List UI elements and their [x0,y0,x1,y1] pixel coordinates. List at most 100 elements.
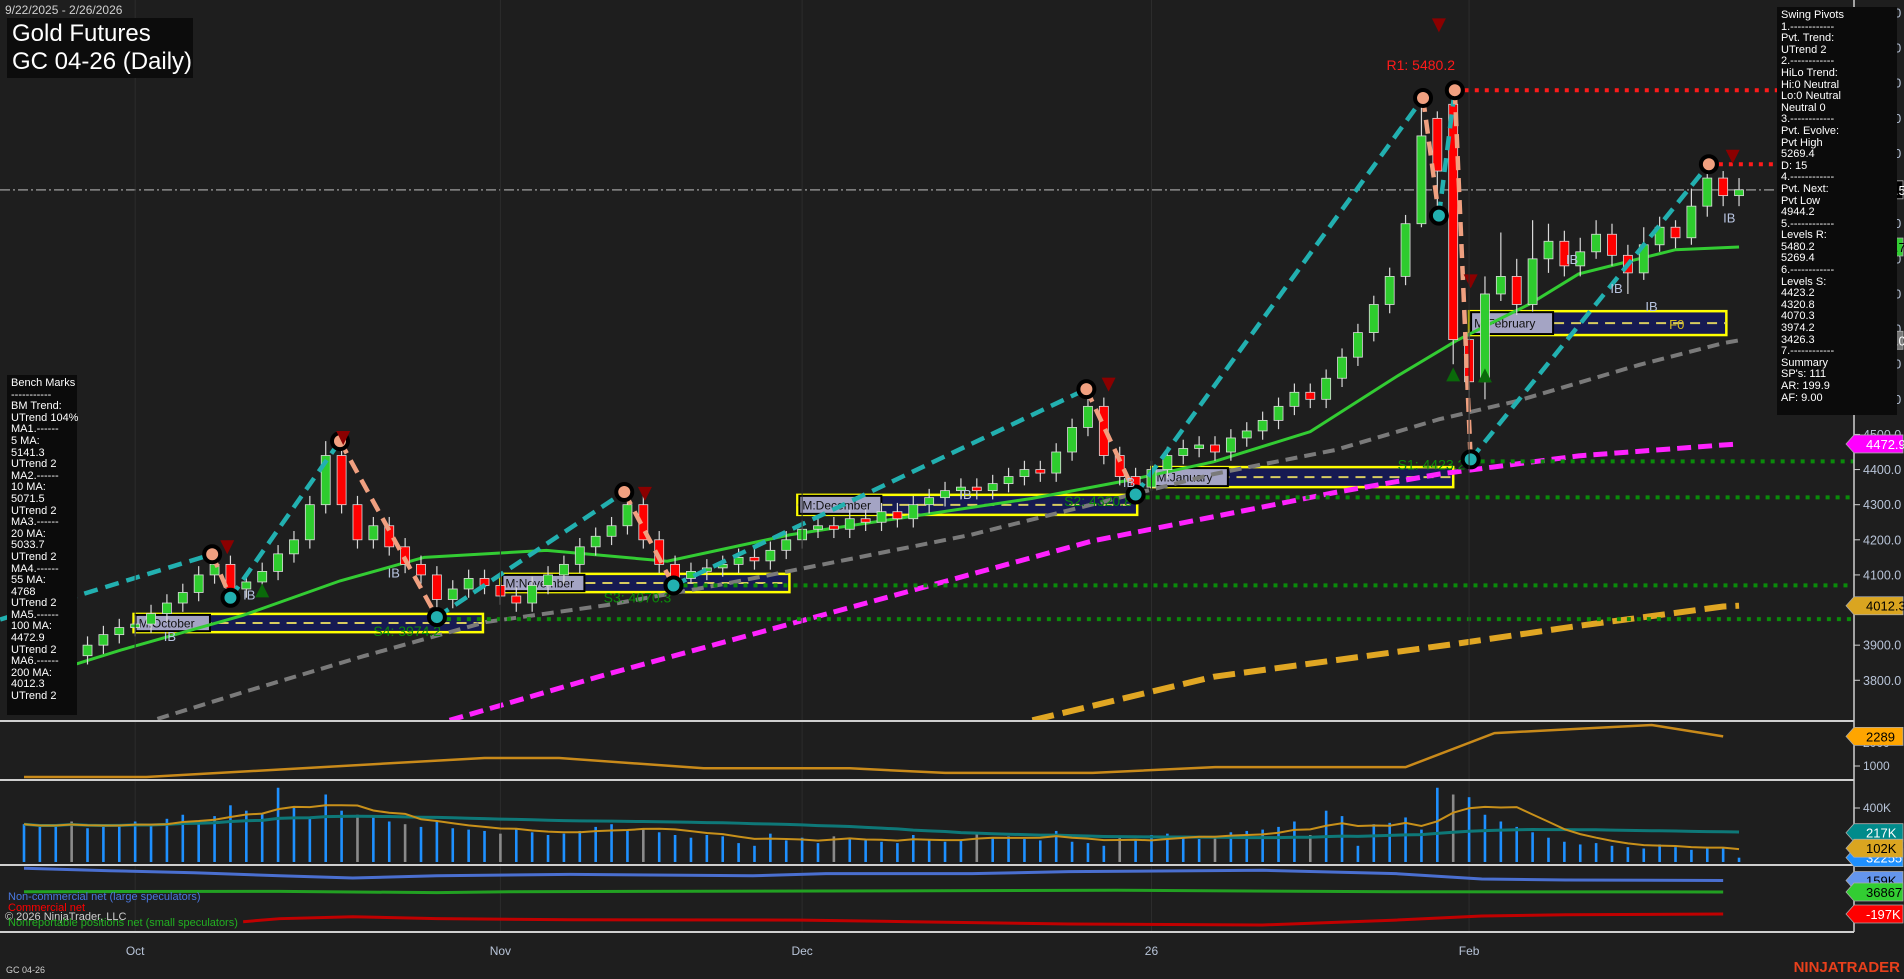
bench-mark-line: Bench Marks [11,378,73,390]
volume-bar [1134,839,1137,862]
pivot-low-marker [665,577,681,593]
volume-bar [1627,847,1630,862]
candle [1242,431,1251,438]
volume-bar [451,828,454,862]
contract-timeframe: GC 04-26 (Daily) [12,48,188,76]
swing-up-line [673,389,1086,585]
volume-bar [1436,788,1439,862]
candle [750,557,759,561]
cot-tag-label: 36867 [1866,885,1902,900]
volume-bar [817,843,820,862]
candle [258,571,267,582]
volume-bar [1706,849,1709,863]
volume-bar [309,817,312,862]
candle [1052,452,1061,473]
inside-bar-label: IB [1723,210,1735,225]
volume-bar [293,808,296,862]
candle [353,505,362,540]
candle [448,589,457,600]
bench-mark-line: UTrend 2 [11,552,73,564]
candle [147,614,156,625]
candle [512,596,521,603]
down-triangle-icon [1432,18,1446,32]
volume-bar [499,834,502,862]
volume-bar [626,830,629,862]
candle [162,603,171,614]
candle [1306,392,1315,399]
down-triangle-icon [638,487,652,501]
price-panel: M:OctoberM:NovemberM:DecemberM:JanuaryM:… [0,18,1854,720]
swing-pivot-line: Pvt. Evolve: [1781,126,1893,138]
down-triangle-icon [1102,378,1116,392]
candle [528,585,537,603]
volume-bar [1103,846,1106,862]
candle [544,575,553,586]
volume-bar [356,815,359,862]
candle [337,456,346,505]
candle [289,540,298,554]
volume-bar [1468,797,1471,862]
candle [1417,136,1426,224]
bench-marks-panel: Bench Marks-----------BM Trend:UTrend 10… [7,375,77,715]
candle [305,505,314,540]
level-label: S4: 3974.2 [373,623,441,639]
volume-bar [579,831,582,862]
y-axis-label: 3900.0 [1863,639,1901,653]
volume-bar [404,824,407,862]
candle [559,564,568,575]
pivot-low-marker [1431,208,1447,224]
cot-tag-label: -197K [1866,907,1901,922]
moving-average-200-ma [1032,606,1739,721]
volume-bar [54,826,57,862]
y-axis-label: 4400.0 [1863,463,1901,477]
volume-bar [1118,838,1121,862]
volume-bar [944,842,947,862]
bench-mark-line: 5 MA: [11,436,73,448]
candle [1068,427,1077,452]
candle [464,578,473,589]
down-triangle-icon [220,540,234,554]
candle [1528,259,1537,305]
down-triangle-icon [1726,150,1740,164]
candle [1258,420,1267,431]
candle [178,592,187,603]
volume-bar [960,840,963,862]
volume-bar [1087,843,1090,862]
candle [1703,178,1712,206]
oscillator-line [24,725,1723,777]
candle [972,487,981,491]
candle [1274,406,1283,420]
candle [1211,445,1220,452]
date-range: 9/22/2025 - 2/26/2026 [5,3,122,17]
swing-pivot-line: Pvt. Next: [1781,184,1893,196]
candle [194,575,203,593]
candle [1401,224,1410,277]
volume-bar [150,826,153,862]
price-chart[interactable]: M:OctoberM:NovemberM:DecemberM:JanuaryM:… [0,0,1904,979]
volume-bar [1484,815,1487,862]
swing-up-line [230,441,340,598]
volume-bar [39,827,42,862]
volume-bar [86,828,89,862]
y-axis-label: 4100.0 [1863,568,1901,582]
volume-bar [674,835,677,862]
volume-bar [1404,817,1407,862]
volume-bar [801,838,804,862]
candle [1496,276,1505,294]
swing-pivot-line: Lo:0 Neutral [1781,91,1893,103]
volume-bar [197,822,200,863]
level-label: R1: 5480.2 [1387,57,1456,73]
volume-bar [896,843,899,862]
volume-bar [880,842,883,862]
volume-bar [1547,838,1550,862]
candle [861,519,870,523]
candle [591,536,600,547]
x-axis-label: Feb [1459,944,1480,958]
inside-bar-label: IB [388,566,400,581]
volume-bar [976,832,979,862]
volume-bar [1674,847,1677,862]
volume-bar [706,835,709,862]
volume-bar [102,827,105,862]
candle [607,526,616,537]
volume-bar [721,836,724,862]
